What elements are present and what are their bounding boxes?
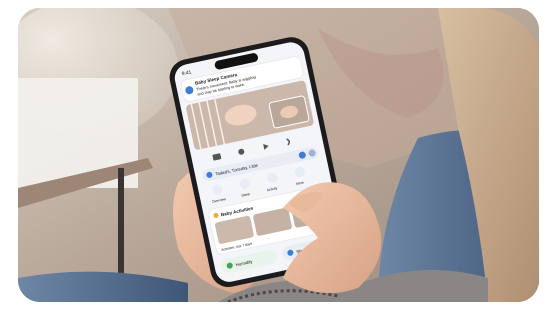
photo-frame: 9:41 Baby Sleep Camera There's movement.…	[18, 8, 539, 302]
photo-scene: 9:41 Baby Sleep Camera There's movement.…	[18, 8, 539, 302]
